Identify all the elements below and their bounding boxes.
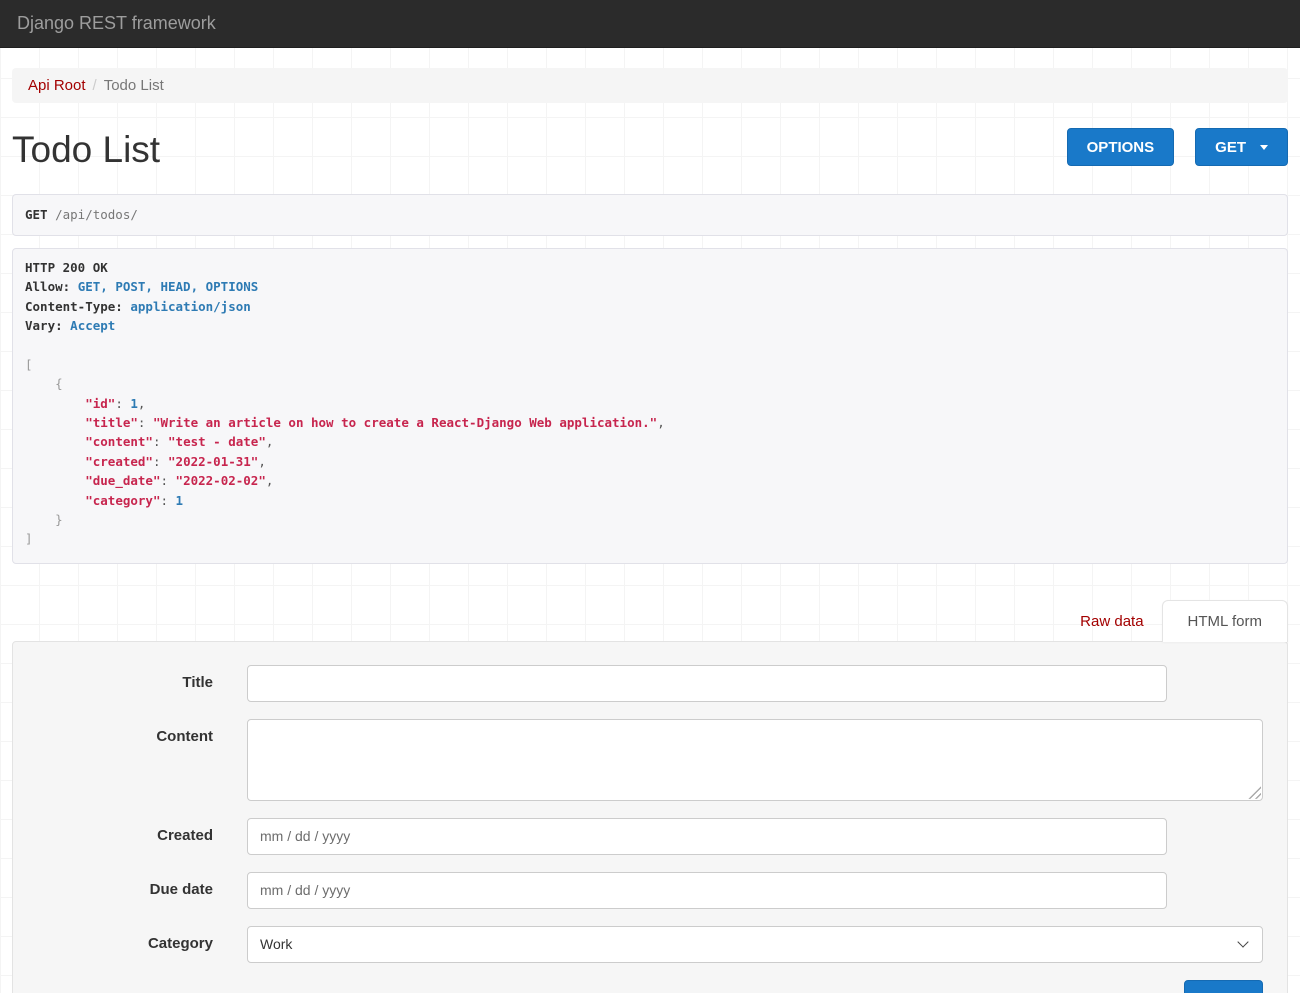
page-header: Todo List OPTIONS GET [12, 128, 1288, 172]
response-body: HTTP 200 OK Allow: GET, POST, HEAD, OPTI… [25, 258, 1275, 549]
breadcrumb-api-root-link[interactable]: Api Root [28, 77, 86, 94]
breadcrumb-current: Todo List [104, 77, 164, 94]
get-button-label: GET [1215, 139, 1246, 156]
request-path: /api/todos/ [48, 207, 138, 222]
navbar-brand-link[interactable]: Django REST framework [17, 13, 216, 34]
get-dropdown-button[interactable]: GET [1195, 128, 1288, 166]
form-row-due-date: Due date [37, 872, 1263, 909]
request-panel: GET /api/todos/ [12, 194, 1288, 235]
due-date-label: Due date [37, 872, 213, 909]
form-row-content: Content [37, 719, 1263, 801]
navbar: Django REST framework [0, 0, 1300, 48]
html-form-panel: Title Content Created Due date [12, 641, 1288, 993]
title-label: Title [37, 665, 213, 702]
breadcrumb-separator: / [86, 77, 104, 94]
content-textarea[interactable] [247, 719, 1263, 801]
category-select-value: Work [260, 936, 292, 952]
created-date-input[interactable] [247, 818, 1167, 855]
options-button[interactable]: OPTIONS [1067, 128, 1175, 166]
toolbar: OPTIONS GET [1067, 128, 1288, 166]
due-date-input[interactable] [247, 872, 1167, 909]
tab-html-form[interactable]: HTML form [1162, 600, 1288, 642]
chevron-down-icon [1237, 937, 1248, 948]
content-label: Content [37, 719, 213, 801]
form-tabs: Raw data HTML form [12, 600, 1288, 641]
form-row-created: Created [37, 818, 1263, 855]
breadcrumb: Api Root/Todo List [12, 68, 1288, 103]
post-button[interactable]: POST [1184, 980, 1263, 993]
response-panel: HTTP 200 OK Allow: GET, POST, HEAD, OPTI… [12, 248, 1288, 564]
tab-raw-data[interactable]: Raw data [1071, 602, 1152, 641]
category-label: Category [37, 926, 213, 963]
title-input[interactable] [247, 665, 1167, 702]
form-actions: POST [37, 980, 1263, 993]
created-label: Created [37, 818, 213, 855]
form-row-category: Category Work [37, 926, 1263, 963]
form-row-title: Title [37, 665, 1263, 702]
page-title: Todo List [12, 128, 160, 172]
category-select[interactable]: Work [247, 926, 1263, 963]
caret-down-icon [1260, 145, 1268, 150]
request-method: GET [25, 207, 48, 222]
